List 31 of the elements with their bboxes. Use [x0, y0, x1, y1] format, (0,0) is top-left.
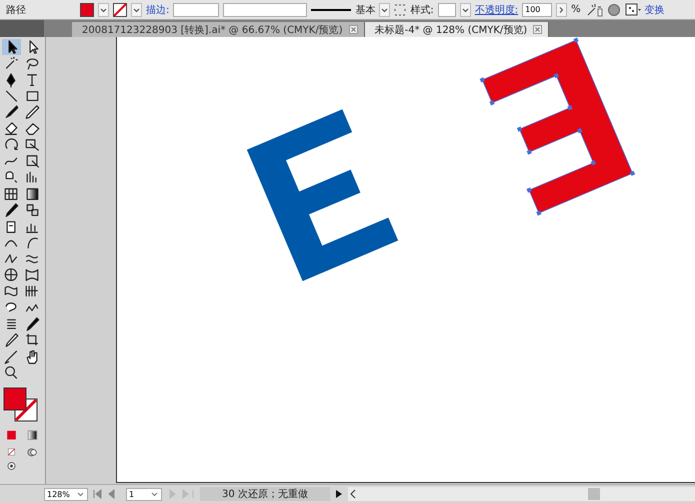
close-icon[interactable]: [348, 25, 358, 34]
no-stroke-swatch[interactable]: [113, 2, 127, 16]
percent-label: %: [571, 4, 581, 15]
status-message: 30 次还原；无重做: [200, 487, 330, 501]
document-tab[interactable]: 200817123228903 [转换].ai* @ 66.67% (CMYK/预览): [72, 22, 365, 37]
style-swatch[interactable]: [438, 2, 456, 16]
brush-profile-label: 基本: [355, 4, 376, 16]
transform-link[interactable]: 变换: [644, 2, 665, 16]
stroke-link[interactable]: 描边:: [146, 2, 170, 16]
scroll-left-icon[interactable]: [348, 489, 358, 499]
fill-swatch[interactable]: [80, 2, 94, 16]
document-tab[interactable]: 未标题-4* @ 128% (CMYK/预览): [364, 22, 550, 37]
object-type-label: 路径: [6, 4, 27, 16]
zoom-dropdown[interactable]: 128%: [44, 488, 88, 500]
scroll-thumb[interactable]: [588, 488, 600, 500]
chevron-right-icon[interactable]: [556, 2, 568, 16]
dropdown-caret-icon[interactable]: [379, 2, 390, 16]
pencil-icon[interactable]: [23, 104, 42, 120]
align-grid-icon[interactable]: [624, 2, 641, 16]
play-triangle-icon[interactable]: [334, 489, 344, 499]
dropdown-caret-icon[interactable]: [460, 2, 471, 16]
style-label: 样式:: [410, 4, 434, 16]
page-dropdown[interactable]: 1: [126, 488, 162, 500]
dropdown-caret-icon[interactable]: [131, 2, 142, 16]
dropdown-caret-icon[interactable]: [76, 490, 85, 498]
dropdown-caret-icon[interactable]: [98, 2, 109, 16]
dropdown-caret-icon[interactable]: [150, 490, 159, 498]
opacity-link[interactable]: 不透明度:: [474, 2, 518, 16]
opacity-field[interactable]: 100: [522, 2, 552, 16]
close-icon[interactable]: [533, 25, 542, 34]
horizontal-scrollbar[interactable]: [348, 487, 695, 501]
